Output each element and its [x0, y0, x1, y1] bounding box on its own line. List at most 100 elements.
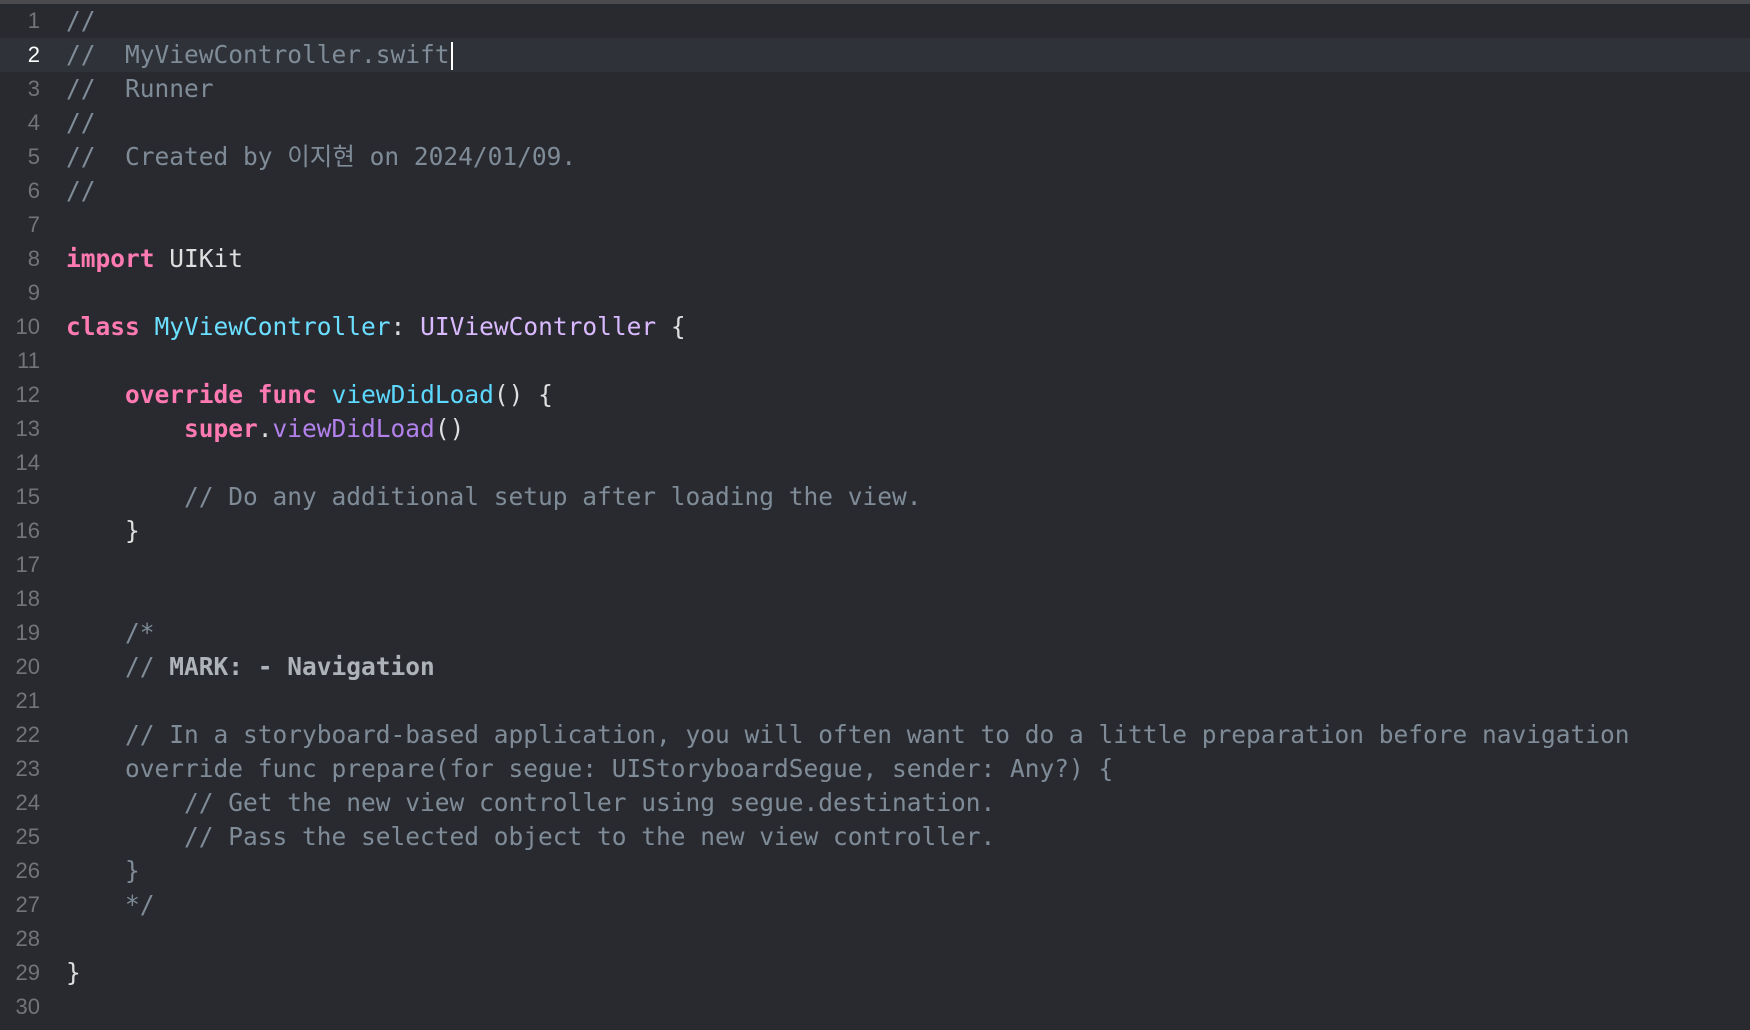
line-code[interactable]: // Get the new view controller using seg…	[40, 786, 995, 820]
text-caret	[450, 42, 453, 70]
code-line[interactable]: 7	[0, 208, 1750, 242]
line-code[interactable]: import UIKit	[40, 242, 243, 276]
line-number: 21	[15, 688, 40, 713]
code-line[interactable]: 20 // MARK: - Navigation	[0, 650, 1750, 684]
line-number: 17	[15, 552, 40, 577]
line-code[interactable]: }	[40, 514, 140, 548]
line-code[interactable]	[40, 548, 66, 582]
code-line[interactable]: 15 // Do any additional setup after load…	[0, 480, 1750, 514]
code-line[interactable]: 10 class MyViewController: UIViewControll…	[0, 310, 1750, 344]
line-code[interactable]: }	[40, 854, 140, 888]
code-line[interactable]: 16 }	[0, 514, 1750, 548]
token-comment: */	[125, 890, 155, 919]
line-code[interactable]: //	[40, 174, 96, 208]
line-code[interactable]: }	[40, 956, 81, 990]
line-number: 20	[15, 654, 40, 679]
token-keyword: override	[125, 380, 244, 409]
code-line[interactable]: 8 import UIKit	[0, 242, 1750, 276]
token-funcdecl: viewDidLoad	[331, 380, 494, 409]
token-plain: UIKit	[154, 244, 244, 273]
code-line[interactable]: 3 // Runner	[0, 72, 1750, 106]
line-code[interactable]: // MARK: - Navigation	[40, 650, 435, 684]
code-line[interactable]: 5 // Created by 이지현 on 2024/01/09.	[0, 140, 1750, 174]
line-code[interactable]: //	[40, 4, 96, 38]
line-code[interactable]: override func prepare(for segue: UIStory…	[40, 752, 1113, 786]
code-line[interactable]: 21	[0, 684, 1750, 718]
token-keyword: super	[184, 414, 258, 443]
line-number: 10	[15, 314, 40, 339]
line-number: 12	[15, 382, 40, 407]
line-code[interactable]: override func viewDidLoad() {	[40, 378, 553, 412]
line-number: 24	[15, 790, 40, 815]
code-line[interactable]: 25 // Pass the selected object to the ne…	[0, 820, 1750, 854]
code-line[interactable]: 28	[0, 922, 1750, 956]
line-number: 15	[15, 484, 40, 509]
code-line[interactable]: 6 //	[0, 174, 1750, 208]
token-mark: MARK: - Navigation	[169, 652, 435, 681]
line-code[interactable]: //	[40, 106, 96, 140]
line-number: 25	[15, 824, 40, 849]
code-line[interactable]: 12 override func viewDidLoad() {	[0, 378, 1750, 412]
code-line[interactable]: 23 override func prepare(for segue: UISt…	[0, 752, 1750, 786]
line-code[interactable]	[40, 208, 66, 242]
line-code[interactable]	[40, 684, 66, 718]
line-code[interactable]	[40, 446, 66, 480]
code-line[interactable]: 22 // In a storyboard-based application,…	[0, 718, 1750, 752]
code-line[interactable]: 29}	[0, 956, 1750, 990]
code-line[interactable]: 30	[0, 990, 1750, 1024]
code-line[interactable]: 19 /*	[0, 616, 1750, 650]
code-line[interactable]: 17	[0, 548, 1750, 582]
line-code[interactable]: super.viewDidLoad()	[40, 412, 464, 446]
code-line[interactable]: 9	[0, 276, 1750, 310]
line-number: 14	[15, 450, 40, 475]
code-line[interactable]: 11	[0, 344, 1750, 378]
token-method: viewDidLoad	[272, 414, 435, 443]
token-plain: () {	[493, 380, 553, 409]
token-plain: .	[257, 414, 273, 443]
code-editor[interactable]: 1 // 2 // MyViewController.swift 3 // Runner 4…	[0, 0, 1750, 1030]
line-code[interactable]: /*	[40, 616, 155, 650]
line-code[interactable]	[40, 922, 66, 956]
line-number: 2	[27, 42, 40, 67]
line-number: 7	[27, 212, 40, 237]
code-line[interactable]: 26 }	[0, 854, 1750, 888]
line-number: 3	[27, 76, 40, 101]
token-comment: // MyViewController.swift	[66, 40, 450, 69]
token-keyword: import	[66, 244, 155, 273]
line-code[interactable]: // MyViewController.swift	[40, 38, 453, 72]
line-code[interactable]: // In a storyboard-based application, yo…	[40, 718, 1630, 752]
line-code[interactable]: */	[40, 888, 155, 922]
line-code[interactable]: // Runner	[40, 72, 214, 106]
code-line[interactable]: 18	[0, 582, 1750, 616]
token-comment: // Created by 이지현 on 2024/01/09.	[66, 142, 577, 171]
line-code[interactable]	[40, 276, 66, 310]
line-number: 19	[15, 620, 40, 645]
line-code[interactable]: class MyViewController: UIViewController…	[40, 310, 686, 344]
code-line[interactable]: 4 //	[0, 106, 1750, 140]
line-code[interactable]: // Do any additional setup after loading…	[40, 480, 922, 514]
line-code[interactable]	[40, 582, 66, 616]
line-code[interactable]	[40, 990, 66, 1024]
code-line[interactable]: 2 // MyViewController.swift	[0, 38, 1750, 72]
code-line[interactable]: 14	[0, 446, 1750, 480]
token-comment: // Do any additional setup after loading…	[184, 482, 922, 511]
code-line[interactable]: 24 // Get the new view controller using …	[0, 786, 1750, 820]
line-code[interactable]: // Created by 이지현 on 2024/01/09.	[40, 140, 576, 174]
line-number: 30	[15, 994, 40, 1019]
token-comment: // In a storyboard-based application, yo…	[125, 720, 1630, 749]
code-line[interactable]: 1 //	[0, 4, 1750, 38]
code-line[interactable]: 27 */	[0, 888, 1750, 922]
token-type: UIViewController	[420, 312, 657, 341]
code-line[interactable]: 13 super.viewDidLoad()	[0, 412, 1750, 446]
token-comment: //	[125, 652, 170, 681]
line-code[interactable]	[40, 344, 66, 378]
line-code[interactable]: // Pass the selected object to the new v…	[40, 820, 995, 854]
